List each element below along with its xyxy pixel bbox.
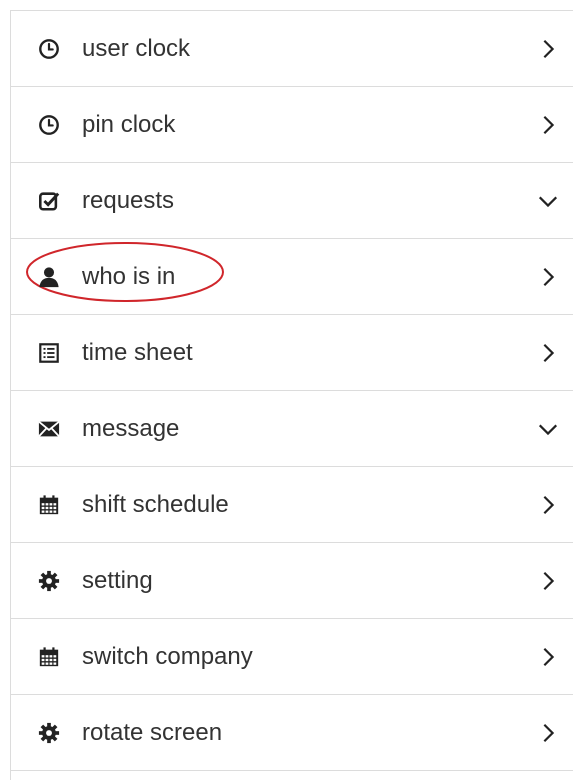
menu-item-label: setting [82, 566, 153, 594]
menu-item-label: requests [82, 186, 175, 214]
envelope-icon [37, 417, 61, 441]
menu-item-rotate-screen[interactable]: rotate screen [11, 695, 573, 771]
chevron-right-icon [537, 342, 559, 364]
chevron-right-icon [537, 266, 559, 288]
menu-item-label: rotate screen [82, 718, 223, 746]
menu-item-label: shift schedule [82, 490, 229, 518]
gear-icon [37, 721, 61, 745]
calendar-icon [37, 493, 61, 517]
chevron-right-icon [537, 722, 559, 744]
clock-icon [37, 113, 61, 137]
menu-item-user-clock[interactable]: user clock [11, 11, 573, 87]
menu-item-label: user clock [82, 34, 191, 62]
menu-item-label: who is in [82, 262, 176, 290]
chevron-right-icon [537, 114, 559, 136]
user-icon [37, 265, 61, 289]
menu-item-switch-company[interactable]: switch company [11, 619, 573, 695]
menu-item-who-is-in[interactable]: who is in [11, 239, 573, 315]
menu-item-message[interactable]: message [11, 391, 573, 467]
calendar-icon [37, 645, 61, 669]
menu-item-shift-schedule[interactable]: shift schedule [11, 467, 573, 543]
menu-item-requests[interactable]: requests [11, 163, 573, 239]
list-icon [37, 341, 61, 365]
menu-item-setting[interactable]: setting [11, 543, 573, 619]
checkbox-icon [37, 189, 61, 213]
side-menu: user clock pin clock requests who is in [10, 10, 573, 780]
menu-item-label: message [82, 414, 180, 442]
chevron-down-icon [537, 190, 559, 212]
menu-item-label: time sheet [82, 338, 193, 366]
chevron-right-icon [537, 38, 559, 60]
menu-item-time-sheet[interactable]: time sheet [11, 315, 573, 391]
clock-icon [37, 37, 61, 61]
chevron-down-icon [537, 418, 559, 440]
menu-item-label: pin clock [82, 110, 176, 138]
menu-item-label: switch company [82, 642, 253, 670]
chevron-right-icon [537, 570, 559, 592]
chevron-right-icon [537, 646, 559, 668]
chevron-right-icon [537, 494, 559, 516]
gear-icon [37, 569, 61, 593]
menu-item-pin-clock[interactable]: pin clock [11, 87, 573, 163]
